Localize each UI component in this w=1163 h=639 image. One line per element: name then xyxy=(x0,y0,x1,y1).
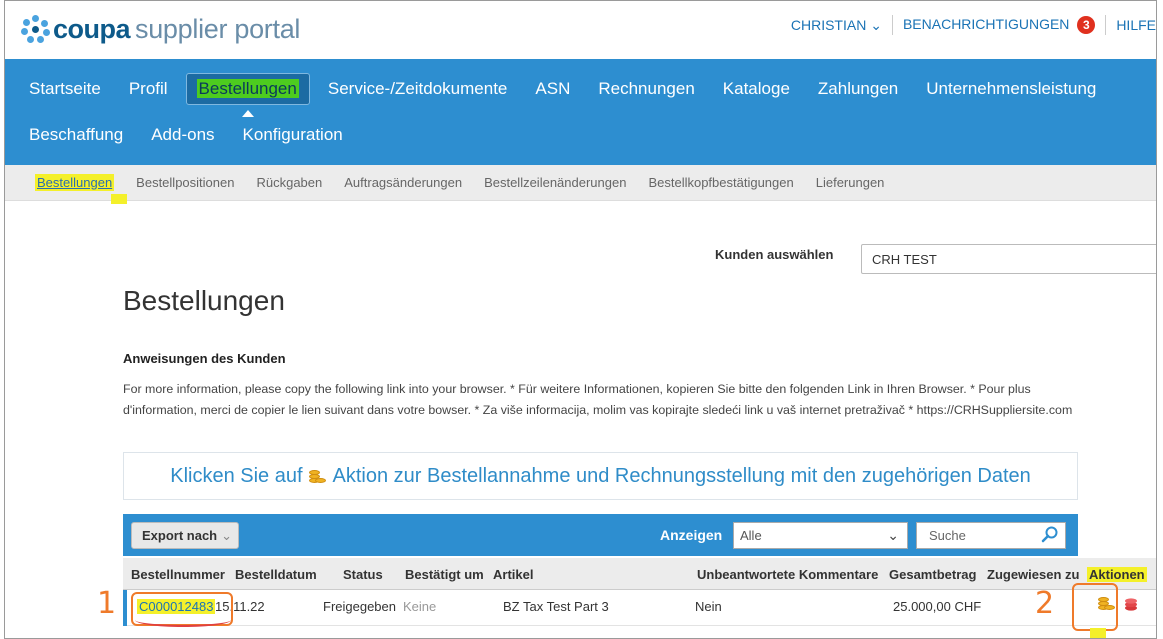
show-filter-value: Alle xyxy=(740,528,762,543)
col-aktionen: Aktionen xyxy=(1087,567,1147,582)
page-title: Bestellungen xyxy=(123,285,285,316)
show-filter-select[interactable]: Alle ⌄ xyxy=(733,522,908,549)
banner-text-after: Aktion zur Bestellannahme und Rechnungss… xyxy=(332,464,1031,487)
nav-konfiguration[interactable]: Konfiguration xyxy=(229,125,357,145)
action-hint-banner: Klicken Sie auf Aktion zur Bestellannahm… xyxy=(123,452,1078,500)
divider xyxy=(1105,15,1107,35)
help-link[interactable]: HILFE xyxy=(1116,17,1156,33)
notifications-link[interactable]: BENACHRICHTIGUNGEN 3 xyxy=(902,16,1096,34)
customer-instructions-title: Anweisungen des Kunden xyxy=(123,351,286,366)
coins-icon xyxy=(308,468,327,484)
brand-rest: supplier portal xyxy=(135,13,301,44)
search-icon[interactable] xyxy=(1041,525,1059,543)
nav-service-zeitdokumente[interactable]: Service-/Zeitdokumente xyxy=(314,79,522,99)
cell-kommentare: Nein xyxy=(695,599,722,614)
selected-row-marker xyxy=(123,590,127,626)
highlight-mark xyxy=(1090,628,1106,638)
col-artikel[interactable]: Artikel xyxy=(493,567,533,582)
cell-gesamtbetrag: 25.000,00 CHF xyxy=(893,599,982,614)
nav-asn[interactable]: ASN xyxy=(521,79,584,99)
customer-select-label: Kunden auswählen xyxy=(715,247,834,262)
main-nav-row-1: Startseite Profil Bestellungen Service-/… xyxy=(5,69,1156,117)
subnav-bestellungen[interactable]: Bestellungen xyxy=(35,174,115,191)
nav-unternehmensleistung[interactable]: Unternehmensleistung xyxy=(912,79,1110,99)
col-kommentare[interactable]: Unbeantwortete Kommentare xyxy=(697,567,878,582)
export-button[interactable]: Export nach ⌄ xyxy=(131,522,239,549)
divider xyxy=(891,15,893,35)
nav-profil[interactable]: Profil xyxy=(115,79,182,99)
subnav-bestellpositionen[interactable]: Bestellpositionen xyxy=(136,175,234,190)
coupa-burst-icon xyxy=(21,14,51,44)
customer-instructions-text: For more information, please copy the fo… xyxy=(123,382,1073,417)
highlight-mark xyxy=(111,194,127,204)
browser-frame: coupa supplier portal CHRISTIAN ⌄ BENACH… xyxy=(4,0,1157,639)
cell-bestaetigt-um: Keine xyxy=(403,599,437,614)
subnav-bestellzeilenaenderungen[interactable]: Bestellzeilenänderungen xyxy=(484,175,626,190)
nav-kataloge[interactable]: Kataloge xyxy=(709,79,804,99)
col-zugewiesen-zu[interactable]: Zugewiesen zu xyxy=(987,567,1079,582)
show-filter-label: Anzeigen xyxy=(660,527,723,543)
annotation-box-action xyxy=(1072,583,1118,631)
cell-artikel: BZ Tax Test Part 3 xyxy=(503,599,609,614)
notifications-label: BENACHRICHTIGUNGEN xyxy=(902,16,1070,32)
annotation-underline xyxy=(135,613,231,627)
export-label: Export nach xyxy=(142,528,218,543)
col-status[interactable]: Status xyxy=(343,567,383,582)
subnav-auftragsaenderungen[interactable]: Auftragsänderungen xyxy=(344,175,462,190)
col-bestelldatum[interactable]: Bestelldatum xyxy=(235,567,317,582)
customer-select[interactable]: CRH TEST xyxy=(861,244,1156,274)
nav-rechnungen[interactable]: Rechnungen xyxy=(584,79,708,99)
coupa-logo[interactable]: coupa supplier portal xyxy=(21,14,300,44)
nav-bestellungen[interactable]: Bestellungen xyxy=(185,73,310,117)
col-gesamtbetrag[interactable]: Gesamtbetrag xyxy=(889,567,976,582)
subnav-rueckgaben[interactable]: Rückgaben xyxy=(256,175,322,190)
nav-bestellungen-label: Bestellungen xyxy=(196,79,299,98)
main-nav: Startseite Profil Bestellungen Service-/… xyxy=(5,59,1156,165)
table-toolbar: Export nach ⌄ Anzeigen Alle ⌄ Suche xyxy=(123,514,1078,556)
chevron-down-icon: ⌄ xyxy=(221,528,233,543)
table-row: C000012483 15.11.22 Freigegeben Keine BZ… xyxy=(123,590,1156,626)
col-bestellnummer[interactable]: Bestellnummer xyxy=(131,567,225,582)
nav-beschaffung[interactable]: Beschaffung xyxy=(29,125,137,145)
nav-startseite[interactable]: Startseite xyxy=(29,79,115,99)
subnav-bestellkopfbestaetigungen[interactable]: Bestellkopfbestätigungen xyxy=(648,175,793,190)
nav-add-ons[interactable]: Add-ons xyxy=(137,125,228,145)
sub-nav: Bestellungen Bestellpositionen Rückgaben… xyxy=(5,165,1156,201)
annotation-number-2: 2 xyxy=(1035,586,1055,621)
brand-word: coupa xyxy=(53,13,131,44)
coin-stack-icon[interactable] xyxy=(1123,596,1139,615)
search-placeholder: Suche xyxy=(929,528,966,543)
user-menu[interactable]: CHRISTIAN ⌄ xyxy=(791,17,882,34)
user-nav: CHRISTIAN ⌄ BENACHRICHTIGUNGEN 3 HILFE xyxy=(791,15,1156,35)
top-bar: coupa supplier portal CHRISTIAN ⌄ BENACH… xyxy=(5,1,1156,59)
notification-count-badge: 3 xyxy=(1077,16,1096,34)
search-input[interactable]: Suche xyxy=(916,522,1066,549)
cell-status: Freigegeben xyxy=(323,599,396,614)
annotation-number-1: 1 xyxy=(97,586,117,621)
main-nav-row-2: Beschaffung Add-ons Konfiguration xyxy=(5,115,1156,155)
table-header: Bestellnummer Bestelldatum Status Bestät… xyxy=(123,558,1156,590)
banner-text-before: Klicken Sie auf xyxy=(170,464,303,487)
chevron-down-icon: ⌄ xyxy=(887,527,899,543)
subnav-lieferungen[interactable]: Lieferungen xyxy=(816,175,885,190)
nav-zahlungen[interactable]: Zahlungen xyxy=(804,79,912,99)
col-bestaetigt-um[interactable]: Bestätigt um xyxy=(405,567,484,582)
